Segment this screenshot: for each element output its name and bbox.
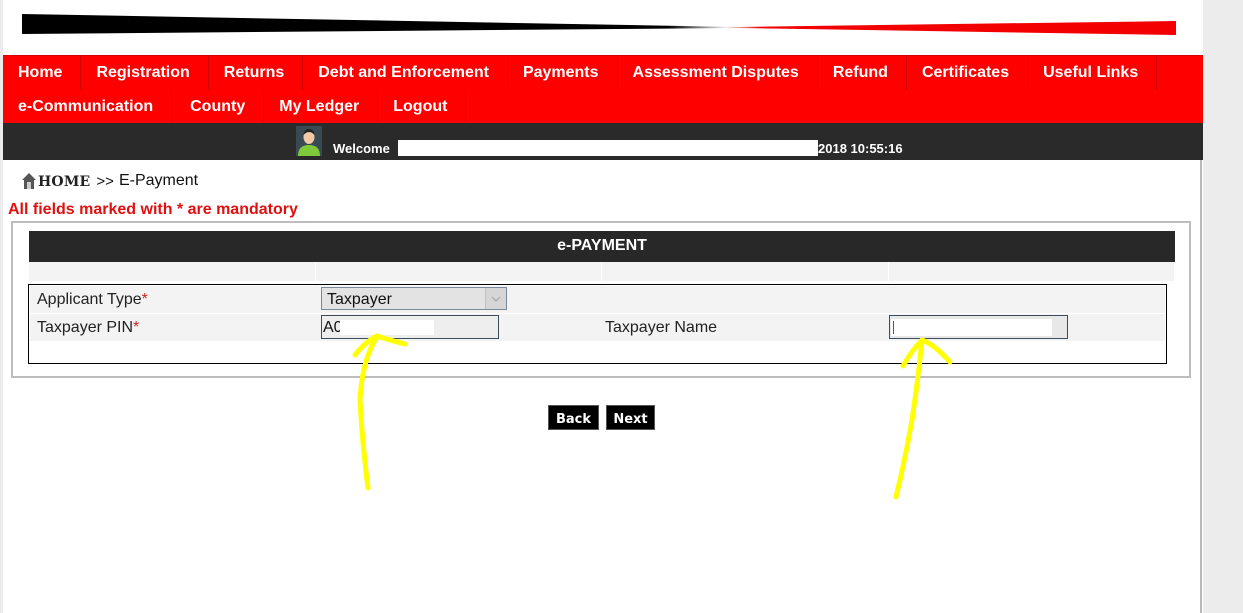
taxpayer-pin-input[interactable]: A0 — [321, 315, 499, 339]
menu-county[interactable]: County — [172, 90, 265, 124]
menu-row-2: e-Communication County My Ledger Logout — [3, 90, 467, 124]
text-caret — [893, 321, 894, 334]
menu-e-communication[interactable]: e-Communication — [3, 90, 173, 124]
login-timestamp: 2018 10:55:16 — [818, 141, 903, 156]
spacer-cell — [29, 262, 316, 281]
page-border — [1200, 160, 1202, 613]
banner-wedge — [22, 14, 1176, 35]
menu-payments[interactable]: Payments — [508, 56, 618, 90]
breadcrumb-home-label: HOME — [38, 174, 91, 190]
taxpayer-name-value — [891, 319, 1052, 336]
menu-refund[interactable]: Refund — [818, 56, 907, 90]
applicant-type-label: Applicant Type* — [37, 291, 148, 308]
chevron-down-icon[interactable] — [485, 288, 506, 309]
required-marker: * — [141, 291, 148, 308]
breadcrumb-separator: >> — [96, 172, 114, 190]
menu-returns[interactable]: Returns — [209, 56, 304, 90]
menu-logout[interactable]: Logout — [378, 90, 467, 124]
form-fields-panel: Applicant Type* Taxpayer Taxpayer PIN* A… — [28, 284, 1167, 364]
spacer-cell — [316, 262, 602, 281]
menu-assessment-disputes[interactable]: Assessment Disputes — [618, 56, 818, 90]
menu-useful-links[interactable]: Useful Links — [1028, 56, 1158, 90]
applicant-type-value: Taxpayer — [327, 291, 392, 308]
welcome-bar: Welcome 2018 10:55:16 — [3, 123, 1203, 160]
mandatory-fields-note: All fields marked with * are mandatory — [8, 201, 298, 218]
spacer-cell — [602, 262, 889, 281]
user-avatar-icon — [296, 126, 322, 156]
redacted-username — [398, 140, 818, 156]
menu-registration[interactable]: Registration — [81, 56, 209, 90]
spacer-cell — [889, 262, 1175, 281]
main-menu: Home Registration Returns Debt and Enfor… — [3, 55, 1203, 124]
menu-certificates[interactable]: Certificates — [907, 56, 1029, 90]
welcome-label: Welcome — [333, 141, 390, 156]
taxpayer-row: Taxpayer PIN* A0 Taxpayer Name — [30, 314, 1165, 341]
form-spacer-row — [29, 262, 1175, 281]
menu-my-ledger[interactable]: My Ledger — [264, 90, 379, 124]
breadcrumb: HOME >> E-Payment — [21, 170, 198, 192]
breadcrumb-home-link[interactable]: HOME — [21, 172, 90, 190]
redacted-pin — [340, 320, 434, 335]
next-button[interactable]: Next — [606, 405, 655, 430]
house-icon — [22, 173, 36, 189]
menu-debt-enforcement[interactable]: Debt and Enforcement — [303, 56, 508, 90]
breadcrumb-current: E-Payment — [118, 172, 199, 189]
banner-stripe — [22, 14, 1176, 35]
applicant-type-select[interactable]: Taxpayer — [321, 287, 507, 310]
required-marker: * — [133, 319, 140, 336]
menu-row-1: Home Registration Returns Debt and Enfor… — [3, 56, 1158, 90]
applicant-type-row: Applicant Type* Taxpayer — [30, 286, 1165, 313]
back-button[interactable]: Back — [548, 405, 599, 430]
page: Home Registration Returns Debt and Enfor… — [3, 0, 1203, 613]
taxpayer-pin-label: Taxpayer PIN* — [37, 319, 140, 336]
taxpayer-name-label: Taxpayer Name — [605, 319, 718, 336]
form-title: e-PAYMENT — [29, 231, 1175, 262]
menu-home[interactable]: Home — [3, 56, 82, 90]
taxpayer-name-input[interactable] — [889, 315, 1068, 339]
